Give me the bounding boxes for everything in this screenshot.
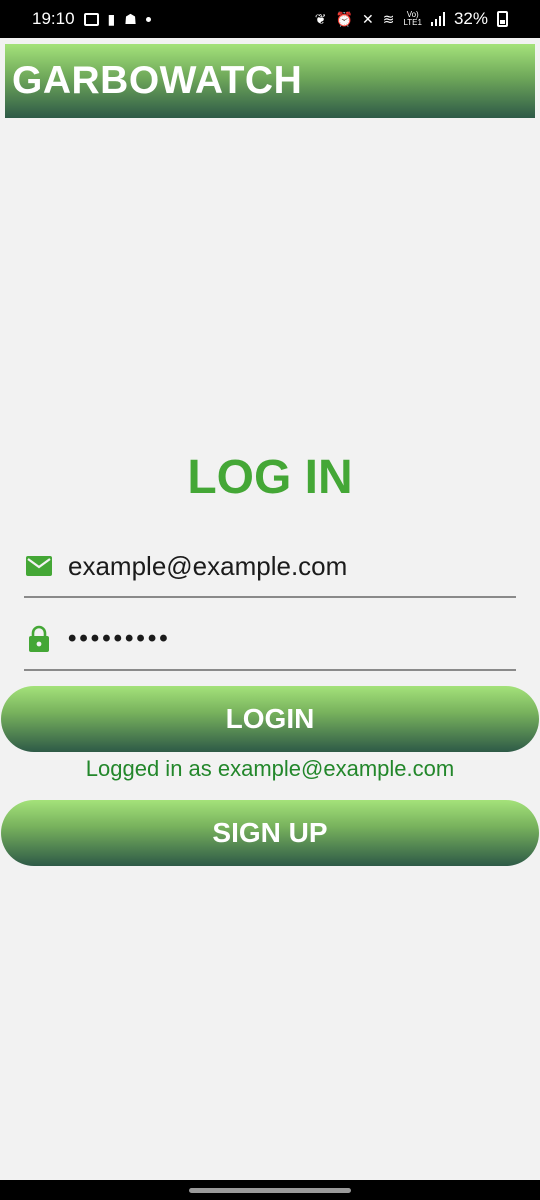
signup-button[interactable]: SIGN UP <box>1 800 539 866</box>
wifi-icon: ≋ <box>382 11 395 27</box>
login-heading: LOG IN <box>187 451 353 504</box>
login-button-label: LOGIN <box>225 703 315 734</box>
email-input[interactable] <box>68 550 516 582</box>
app-bar: GARBOWATCH <box>5 44 535 118</box>
lte-label: LTE1 <box>403 18 422 27</box>
snapchat-icon: ☗ <box>124 11 137 27</box>
lock-icon <box>24 625 54 653</box>
home-gesture-handle[interactable] <box>189 1187 351 1193</box>
battery-percent: 32% <box>453 9 488 28</box>
mute-icon: ✕ <box>361 11 374 27</box>
status-bar-right: ❦ ⏰ ✕ ≋ Vo) LTE1 32% <box>315 9 508 29</box>
battery-icon <box>497 11 508 27</box>
gallery-icon <box>83 12 99 26</box>
login-button[interactable]: LOGIN <box>1 686 539 752</box>
password-input[interactable]: ••••••••• <box>68 625 516 653</box>
app-title: GARBOWATCH <box>12 59 303 102</box>
mail-icon <box>24 555 54 577</box>
signup-button-label: SIGN UP <box>212 817 328 848</box>
leaf-icon: ❦ <box>314 11 327 27</box>
signal-icon <box>430 12 445 26</box>
more-notifications-icon <box>145 16 151 22</box>
lte-indicator: Vo) LTE1 <box>403 10 422 27</box>
navigation-bar <box>0 1180 540 1200</box>
status-bar-left: 19:10 ▮ ☗ <box>32 9 151 29</box>
status-bar: 19:10 ▮ ☗ ❦ ⏰ ✕ ≋ Vo) LTE1 32% <box>0 0 540 38</box>
status-time: 19:10 <box>32 9 75 28</box>
alarm-icon: ⏰ <box>335 11 353 27</box>
login-status-message: Logged in as example@example.com <box>85 756 455 781</box>
password-field[interactable]: ••••••••• <box>24 609 516 671</box>
email-field[interactable] <box>24 536 516 598</box>
sim-icon: ▮ <box>107 11 116 27</box>
